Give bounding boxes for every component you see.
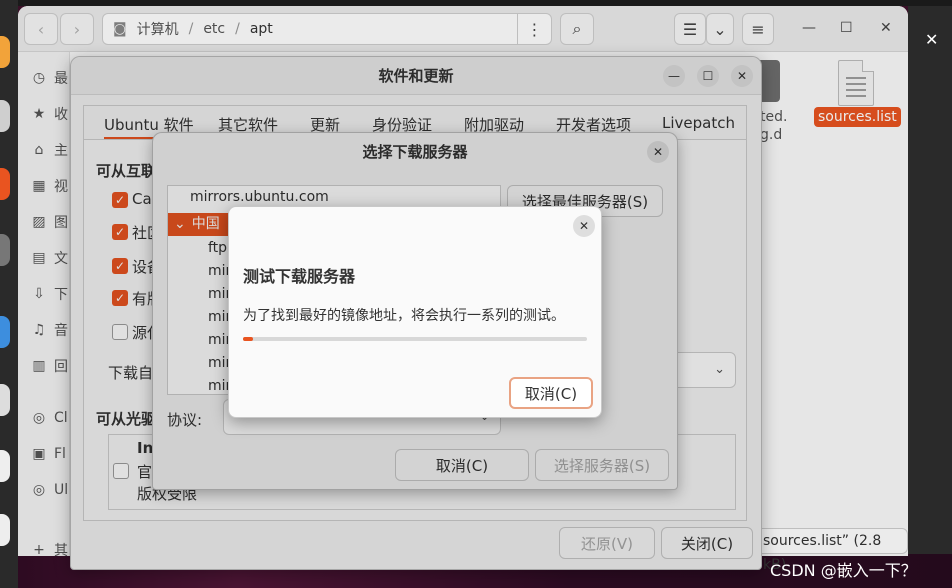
progress-fill bbox=[243, 337, 254, 341]
dialog-heading: 测试下载服务器 bbox=[243, 267, 356, 286]
dock-app-icon[interactable] bbox=[0, 514, 10, 546]
dock-app-icon[interactable] bbox=[0, 384, 10, 416]
dialog-message: 为了找到最好的镜像地址，将会执行一系列的测试。 bbox=[243, 308, 565, 324]
watermark: CSDN @嵌入一下？ bbox=[770, 561, 917, 580]
test-servers-dialog: ✕ 测试下载服务器 为了找到最好的镜像地址，将会执行一系列的测试。 取消(C) bbox=[228, 206, 602, 418]
dock-app-icon[interactable] bbox=[0, 450, 10, 482]
dock-app-icon[interactable] bbox=[0, 36, 10, 68]
close-icon[interactable]: ✕ bbox=[573, 215, 595, 237]
dock-app-icon[interactable] bbox=[0, 168, 10, 200]
dock-app-icon[interactable] bbox=[0, 316, 10, 348]
desktop-right-panel bbox=[908, 6, 952, 554]
cancel-button[interactable]: 取消(C) bbox=[509, 377, 593, 409]
dock-app-icon[interactable] bbox=[0, 234, 10, 266]
progress-bar bbox=[243, 337, 587, 341]
dock bbox=[0, 0, 18, 588]
dock-app-icon[interactable] bbox=[0, 100, 10, 132]
close-icon[interactable]: ✕ bbox=[925, 30, 938, 49]
